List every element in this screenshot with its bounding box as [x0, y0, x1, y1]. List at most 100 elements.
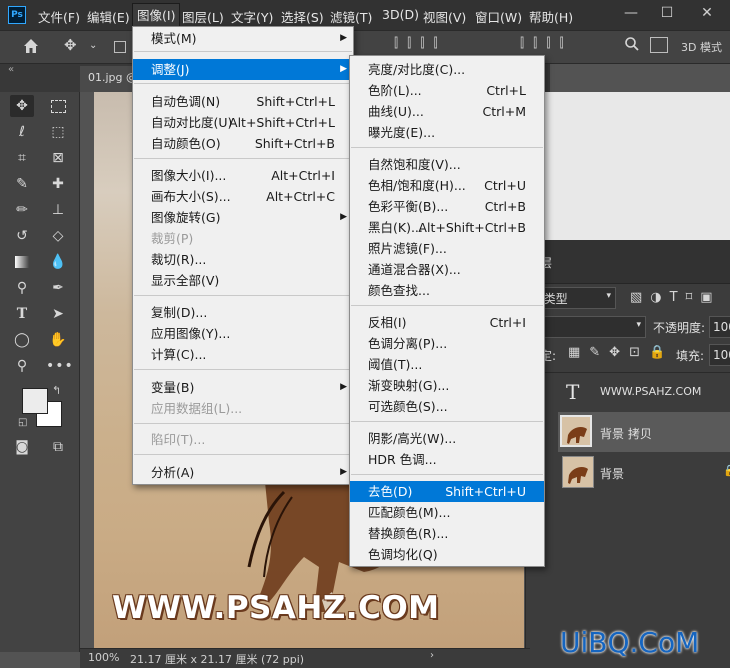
menu-item-levels[interactable]: 色阶(L)... Ctrl+L [350, 80, 544, 101]
menu-item-mode[interactable]: 模式(M) ▶ [133, 28, 353, 49]
menu-filter[interactable]: 滤镜(T) [330, 7, 372, 26]
menu-item-hue-saturation[interactable]: 色相/饱和度(H)... Ctrl+U [350, 175, 544, 196]
layer-row-text[interactable]: T WWW.PSAHZ.COM [558, 372, 730, 412]
distribute-icons[interactable]: ⫿⫿⫿⫿ [520, 36, 573, 51]
collapse-panel-icon[interactable]: « [8, 64, 14, 75]
screen-mode-icon[interactable]: ⧉ [46, 436, 70, 458]
align-icons[interactable]: ⫿⫿⫿⫿ [394, 36, 447, 51]
move-tool-icon[interactable]: ✥ [64, 36, 77, 54]
eraser-tool-icon[interactable]: ◇ [46, 225, 70, 247]
menu-edit[interactable]: 编辑(E) [87, 7, 130, 26]
close-button[interactable]: ✕ [692, 0, 722, 28]
menu-select[interactable]: 选择(S) [281, 7, 324, 26]
gradient-tool-icon[interactable] [10, 251, 34, 273]
menu-item-duplicate[interactable]: 复制(D)... [133, 302, 353, 323]
default-colors-icon[interactable]: ◱ [18, 417, 27, 428]
frame-tool-icon[interactable]: ⊠ [46, 147, 70, 169]
menu-item-hdr-toning[interactable]: HDR 色调... [350, 449, 544, 470]
menu-item-vibrance[interactable]: 自然饱和度(V)... [350, 154, 544, 175]
search-icon[interactable] [624, 36, 640, 56]
menu-type[interactable]: 文字(Y) [231, 7, 273, 26]
eyedropper-tool-icon[interactable]: ✎ [10, 173, 34, 195]
menu-item-variables[interactable]: 变量(B) ▶ [133, 377, 353, 398]
brush-tool-icon[interactable]: ✏ [10, 199, 34, 221]
menu-3d[interactable]: 3D(D) [382, 7, 419, 22]
menu-layer[interactable]: 图层(L) [182, 7, 224, 26]
menu-item-auto-tone[interactable]: 自动色调(N) Shift+Ctrl+L [133, 91, 353, 112]
swap-colors-icon[interactable]: ↰ [52, 384, 61, 397]
menu-item-apply-image[interactable]: 应用图像(Y)... [133, 323, 353, 344]
menu-item-analysis[interactable]: 分析(A) ▶ [133, 462, 353, 483]
quick-mask-icon[interactable]: ◙ [10, 436, 34, 458]
menu-item-gradient-map[interactable]: 渐变映射(G)... [350, 375, 544, 396]
menu-item-image-rotation[interactable]: 图像旋转(G) ▶ [133, 207, 353, 228]
3d-mode-label[interactable]: 3D 模式 [681, 39, 722, 55]
home-icon[interactable] [22, 37, 40, 59]
menu-separator [351, 421, 543, 422]
filter-type-icons[interactable]: ▧◑T⌑▣ [630, 290, 721, 305]
ellipse-tool-icon[interactable]: ◯ [10, 329, 34, 351]
pen-tool-icon[interactable]: ✒ [46, 277, 70, 299]
layer-row-background-copy[interactable]: 背景 拷贝 [558, 412, 730, 452]
menu-item-exposure[interactable]: 曝光度(E)... [350, 122, 544, 143]
menu-file[interactable]: 文件(F) [38, 7, 80, 26]
menu-item-brightness-contrast[interactable]: 亮度/对比度(C)... [350, 59, 544, 80]
layer-row-background[interactable]: 背景 🔒 [558, 452, 730, 492]
menu-item-color-lookup[interactable]: 颜色查找... [350, 280, 544, 301]
fill-input[interactable]: 100 [709, 344, 730, 366]
menu-item-equalize[interactable]: 色调均化(Q) [350, 544, 544, 565]
history-brush-tool-icon[interactable]: ↺ [10, 225, 34, 247]
path-selection-tool-icon[interactable]: ➤ [46, 303, 70, 325]
menu-item-replace-color[interactable]: 替换颜色(R)... [350, 523, 544, 544]
more-tools-icon[interactable]: ••• [46, 355, 73, 377]
menu-image[interactable]: 图像(I) [132, 3, 181, 27]
zoom-level[interactable]: 100% [88, 651, 119, 664]
opacity-input[interactable]: 100 [709, 316, 730, 338]
menu-view[interactable]: 视图(V) [423, 7, 466, 26]
menu-item-selective-color[interactable]: 可选颜色(S)... [350, 396, 544, 417]
clone-stamp-tool-icon[interactable]: ⊥ [46, 199, 70, 221]
menu-item-adjustments[interactable]: 调整(J) ▶ [133, 59, 353, 80]
auto-select-checkbox[interactable] [114, 41, 126, 53]
menu-item-channel-mixer[interactable]: 通道混合器(X)... [350, 259, 544, 280]
menu-item-threshold[interactable]: 阈值(T)... [350, 354, 544, 375]
chevron-down-icon[interactable]: ⌄ [89, 40, 97, 51]
menu-item-image-size[interactable]: 图像大小(I)... Alt+Ctrl+I [133, 165, 353, 186]
foreground-color-swatch[interactable] [22, 388, 48, 414]
workspace-icon[interactable] [650, 37, 668, 53]
menu-item-match-color[interactable]: 匹配颜色(M)... [350, 502, 544, 523]
menu-item-canvas-size[interactable]: 画布大小(S)... Alt+Ctrl+C [133, 186, 353, 207]
blur-tool-icon[interactable]: 💧 [46, 251, 70, 273]
type-tool-icon[interactable]: T [10, 303, 34, 325]
menu-item-invert[interactable]: 反相(I) Ctrl+I [350, 312, 544, 333]
lasso-tool-icon[interactable]: ℓ [10, 121, 34, 143]
marquee-tool-icon[interactable] [46, 95, 70, 117]
healing-brush-tool-icon[interactable]: ✚ [46, 173, 70, 195]
lock-icons[interactable]: ▦✎✥⊡🔒 [568, 345, 674, 360]
document-tab[interactable]: 01.jpg @ [80, 66, 140, 92]
menu-item-photo-filter[interactable]: 照片滤镜(F)... [350, 238, 544, 259]
menu-item-desaturate[interactable]: 去色(D) Shift+Ctrl+U [350, 481, 544, 502]
menu-item-auto-contrast[interactable]: 自动对比度(U) Alt+Shift+Ctrl+L [133, 112, 353, 133]
menu-item-color-balance[interactable]: 色彩平衡(B)... Ctrl+B [350, 196, 544, 217]
menu-item-shadows-highlights[interactable]: 阴影/高光(W)... [350, 428, 544, 449]
minimize-button[interactable]: — [616, 0, 646, 28]
maximize-button[interactable]: ☐ [652, 0, 682, 28]
menu-item-posterize[interactable]: 色调分离(P)... [350, 333, 544, 354]
menu-help[interactable]: 帮助(H) [529, 7, 573, 26]
menu-item-reveal-all[interactable]: 显示全部(V) [133, 270, 353, 291]
menu-window[interactable]: 窗口(W) [475, 7, 522, 26]
menu-item-trim[interactable]: 裁切(R)... [133, 249, 353, 270]
quick-select-tool-icon[interactable]: ⬚ [46, 121, 70, 143]
menu-item-calculations[interactable]: 计算(C)... [133, 344, 353, 365]
dodge-tool-icon[interactable]: ⚲ [10, 277, 34, 299]
move-tool-icon[interactable]: ✥ [10, 95, 34, 117]
zoom-tool-icon[interactable]: ⚲ [10, 355, 34, 377]
crop-tool-icon[interactable]: ⌗ [10, 147, 34, 169]
status-arrow-icon[interactable]: › [430, 650, 434, 661]
opacity-label: 不透明度: [653, 321, 706, 335]
menu-item-curves[interactable]: 曲线(U)... Ctrl+M [350, 101, 544, 122]
hand-tool-icon[interactable]: ✋ [46, 329, 70, 351]
menu-item-auto-color[interactable]: 自动颜色(O) Shift+Ctrl+B [133, 133, 353, 154]
menu-item-black-white[interactable]: 黑白(K)... Alt+Shift+Ctrl+B [350, 217, 544, 238]
